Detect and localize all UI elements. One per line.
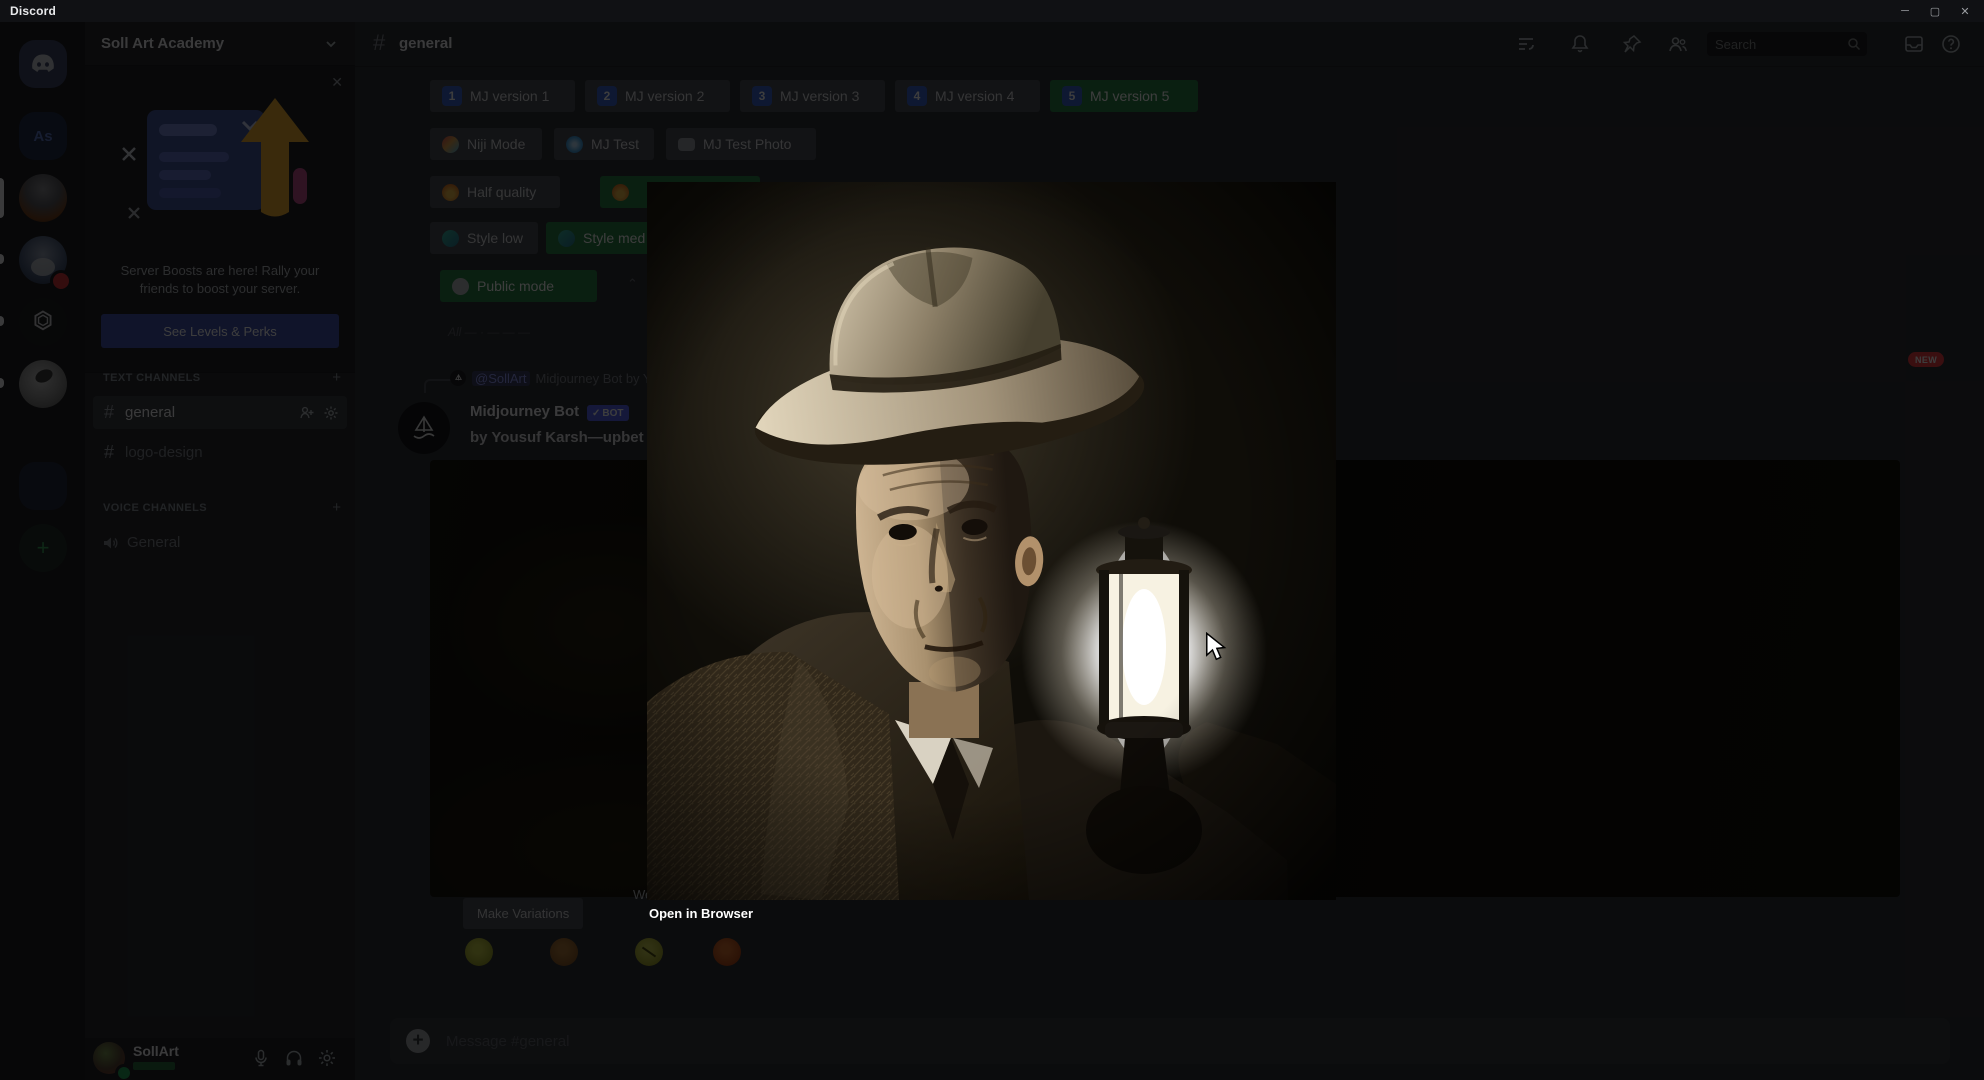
discord-app: Discord ─ ▢ ✕ As + (0, 0, 1984, 1080)
maximize-button[interactable]: ▢ (1920, 0, 1950, 22)
titlebar: Discord ─ ▢ ✕ (0, 0, 1984, 22)
window-controls: ─ ▢ ✕ (1890, 0, 1980, 22)
open-in-browser-link[interactable]: Open in Browser (649, 906, 753, 921)
close-button[interactable]: ✕ (1950, 0, 1980, 22)
lightbox-image[interactable] (647, 182, 1336, 900)
app-title: Discord (10, 4, 57, 18)
mouse-cursor-icon (1204, 632, 1230, 662)
minimize-button[interactable]: ─ (1890, 0, 1920, 22)
